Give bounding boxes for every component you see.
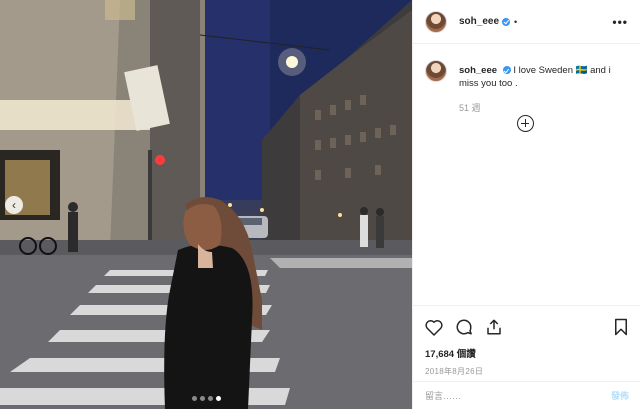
post-date[interactable]: 2018年8月26日: [425, 366, 629, 377]
caption-username[interactable]: soh_eee: [459, 65, 497, 76]
verified-icon: [502, 17, 511, 26]
carousel-dots: [0, 396, 412, 401]
caption-comment: soh_eee I love Sweden 🇸🇪 and i miss you …: [413, 44, 640, 90]
post-comment-button[interactable]: 發佈: [611, 389, 629, 402]
heart-icon[interactable]: [425, 319, 443, 336]
street-scene-image: [0, 0, 412, 409]
share-icon[interactable]: [485, 318, 503, 336]
carousel-prev-button[interactable]: ‹: [5, 196, 23, 214]
avatar[interactable]: [425, 60, 447, 82]
post-side-panel: soh_eee • ••• soh_eee I love Sweden 🇸🇪 a…: [412, 0, 640, 409]
carousel-dot: [199, 396, 205, 401]
comment-icon[interactable]: [455, 318, 473, 336]
post-photo[interactable]: ‹: [0, 0, 412, 409]
comment-input[interactable]: [425, 390, 611, 401]
header-username[interactable]: soh_eee: [459, 16, 499, 27]
action-icons: [425, 316, 629, 338]
caption-time[interactable]: 51 週: [459, 101, 640, 114]
verified-icon: [502, 66, 511, 75]
header-separator: •: [514, 16, 518, 27]
instagram-post-modal: ‹ soh_eee • ••• soh_eee I love Sweden 🇸🇪…: [0, 0, 640, 409]
post-header: soh_eee • •••: [413, 0, 640, 44]
likes-count[interactable]: 17,684 個讚: [425, 346, 629, 360]
add-icon[interactable]: [517, 115, 534, 132]
carousel-dot: [191, 396, 197, 401]
action-section: 17,684 個讚 2018年8月26日: [413, 305, 640, 377]
avatar[interactable]: [425, 10, 447, 33]
comment-bar: 發佈: [413, 381, 640, 409]
carousel-dot-active: [215, 396, 221, 401]
carousel-dot: [207, 396, 213, 401]
bookmark-icon[interactable]: [613, 318, 629, 336]
more-options-button[interactable]: •••: [612, 15, 628, 29]
caption-text-block: soh_eee I love Sweden 🇸🇪 and i miss you …: [459, 64, 628, 90]
